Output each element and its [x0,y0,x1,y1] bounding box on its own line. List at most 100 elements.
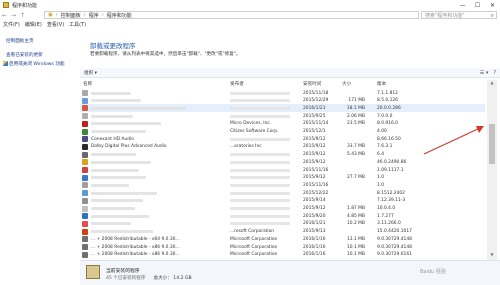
program-version: 9.0.30729.4148 [377,244,412,250]
col-version[interactable]: 版本 [377,81,386,87]
program-date: 2016/1/21 [303,105,326,111]
sidebar-item-windows-features[interactable]: 启用或关闭 Windows 功能 [3,61,65,67]
page-description: 若要卸载程序，请从列表中将其选中，然后单击"卸载"、"更改"或"修复"。 [90,52,241,57]
program-icon [82,97,88,104]
program-size: 10.1 MB [347,244,365,250]
view-mode-icon[interactable]: ☰ ▾ [480,70,489,76]
help-icon[interactable]: ? [493,70,496,76]
program-version: 7.6.3.1 [377,144,393,150]
blurred-name [91,153,136,157]
organize-button[interactable]: 组织 ▾ [84,70,97,76]
program-size: 4.85 MB [347,213,365,219]
breadcrumb-programs[interactable]: 程序 [89,12,99,19]
program-size: 33.7 MB [347,144,365,150]
menu-edit[interactable]: 编辑(E) [25,21,42,28]
program-date: 2015/9/12 [303,136,326,142]
program-version: 7.0.0.0 [377,113,393,119]
blurred-name [91,130,146,133]
search-input[interactable]: 搜索"程序和功能" ⌕ [421,11,497,19]
table-row[interactable]: ... + 2008 Redistributable - x86 9.0.30.… [80,251,485,258]
program-icon [82,143,88,150]
program-date: 2016/1/21 [303,221,326,227]
program-date: 2015/9/12 [303,159,326,165]
title-bar: 程序和功能 — ☐ ✕ [0,0,500,10]
blurred-publisher [230,114,290,118]
program-icon [82,197,88,204]
blurred-name [91,106,186,110]
program-date: 2016/1/16 [303,244,326,250]
menu-tools[interactable]: 工具(T) [69,21,86,28]
program-version: 7.12.39.11-3 [377,198,406,204]
back-arrow-icon[interactable]: ← [0,11,9,20]
program-size: 171 MB [348,98,365,104]
program-version: 7.1.1.812 [377,90,398,96]
program-icon [82,90,88,96]
program-size: 2.06 MB [347,113,365,119]
program-date: 2015/11/14 [303,121,329,127]
blurred-publisher [230,183,290,187]
up-arrow-icon[interactable]: ↑ [18,11,27,20]
page-title: 卸载或更改程序 [90,42,136,50]
address-bar-row: ← → ↑ ▣ › 控制面板 › 程序 › 程序和功能 搜索"程序和功能" ⌕ [0,10,500,20]
maximize-button[interactable]: ☐ [470,0,485,10]
program-icon [82,236,88,243]
blurred-publisher [230,214,290,218]
program-version: 6.4 [377,152,384,158]
program-publisher: Microsoft Corporation [230,244,278,250]
blurred-name [91,230,153,234]
blurred-name [91,99,141,103]
col-publisher[interactable]: 发布者 [230,81,244,87]
vertical-scrollbar[interactable]: ▲ ▼ [487,80,497,260]
blurred-name [91,168,139,172]
program-icon [82,213,88,220]
separator-icon: › [83,12,86,18]
scroll-down-icon[interactable]: ▼ [487,252,497,260]
program-version: 4.00 [377,129,387,134]
program-version: 1.09.1117.1 [377,167,404,173]
program-name: Conexant HD Audio [91,136,134,142]
program-icon [82,136,88,143]
program-icon [82,244,88,250]
status-title: 当前安装的程序 [106,269,140,274]
program-version: 20.0.0.286 [377,105,401,111]
breadcrumb-programs-features[interactable]: 程序和功能 [107,12,132,19]
scroll-up-icon[interactable]: ▲ [487,80,497,88]
address-box[interactable]: ▣ › 控制面板 › 程序 › 程序和功能 [44,11,419,19]
col-date[interactable]: 安装时间 [303,81,321,87]
blurred-publisher [230,222,290,226]
breadcrumb-control-panel[interactable]: 控制面板 [61,12,81,19]
program-icon [82,182,88,189]
program-icon [82,105,88,112]
program-name: ... + 2008 Redistributable - x86 9.0.30.… [91,252,180,258]
program-date: 2015/9/25 [303,113,326,119]
sidebar-item-installed-updates[interactable]: 查看已安装的更新 [6,52,43,58]
blurred-publisher [230,160,290,164]
program-icon [82,251,88,258]
blurred-publisher [230,153,290,157]
program-size: 27.7 MB [347,175,365,181]
program-version: 9.0.30729.6161 [377,252,412,258]
menu-file[interactable]: 文件(F) [3,21,20,28]
program-version: 3.11.266.0 [377,221,401,227]
sidebar-item-home[interactable]: 控制面板主页 [6,38,34,44]
program-size: 10.1 MB [347,252,365,258]
program-icon [82,128,88,135]
program-publisher: Microsoft Corporation [230,252,278,258]
programs-icon [86,265,100,279]
program-version: 8.0.916.0 [377,121,398,127]
program-size: 10.2 MB [347,221,365,227]
close-button[interactable]: ✕ [485,0,500,10]
program-date: 2015/12/22 [303,190,329,196]
program-version: 46.0.2490.86 [377,159,407,165]
search-icon[interactable]: ⌕ [491,12,494,20]
scroll-thumb[interactable] [489,124,495,164]
col-name[interactable]: 名称 [83,81,92,87]
blurred-name [91,114,133,118]
forward-arrow-icon[interactable]: → [9,11,18,20]
col-size[interactable]: 大小 [342,81,351,87]
program-icon [82,113,88,120]
minimize-button[interactable]: — [455,0,470,10]
blurred-publisher [230,106,290,110]
column-header: 名称 发布者 安装时间 大小 版本 [80,80,485,89]
menu-view[interactable]: 查看(V) [47,21,64,28]
